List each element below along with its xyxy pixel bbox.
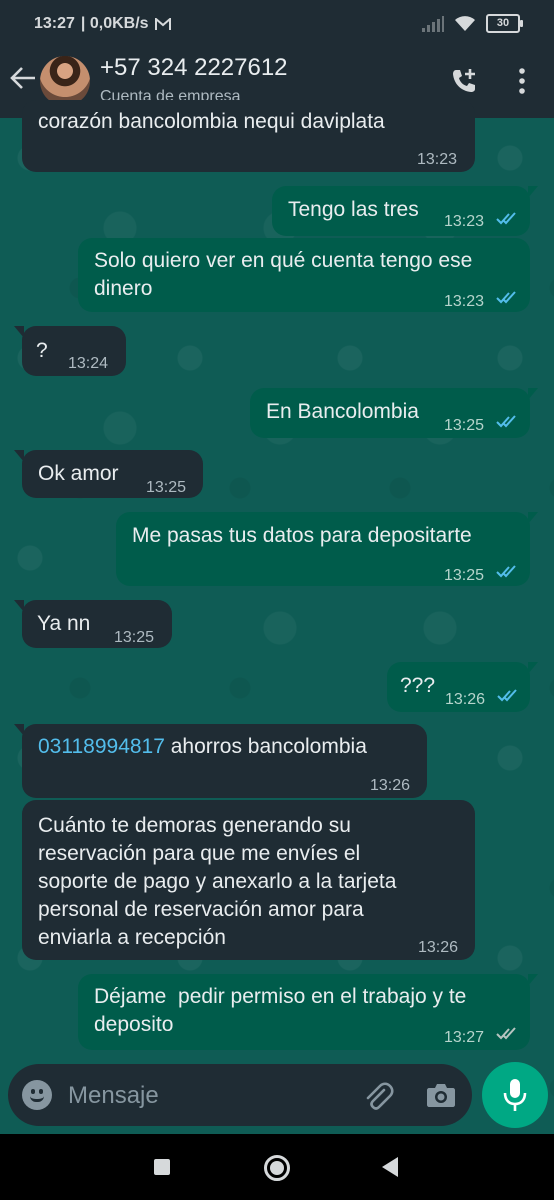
- back-arrow-icon[interactable]: [10, 66, 38, 96]
- system-back-button[interactable]: [382, 1157, 398, 1177]
- message-outgoing[interactable]: Me pasas tus datos para depositarte 13:2…: [116, 512, 538, 586]
- status-bar: 13:27 | 0,0KB/s 30: [0, 0, 554, 48]
- message-text: Me pasas tus datos para depositarte: [132, 524, 472, 547]
- signal-icon: [422, 15, 444, 32]
- message-incoming[interactable]: Ya nn 13:25: [14, 600, 172, 648]
- message-text: 03118994817 ahorros bancolombia: [38, 733, 367, 761]
- read-ticks-icon: [496, 212, 516, 225]
- composer: [8, 1064, 472, 1126]
- message-time: 13:25: [444, 417, 485, 434]
- message-time: 13:24: [68, 355, 109, 372]
- attach-icon[interactable]: [362, 1080, 394, 1117]
- more-options-icon[interactable]: [518, 68, 526, 99]
- add-call-icon[interactable]: [450, 67, 478, 100]
- battery-icon: 30: [486, 14, 523, 33]
- message-time: 13:23: [444, 293, 485, 310]
- status-time: 13:27: [34, 15, 75, 32]
- read-ticks-icon: [497, 689, 517, 702]
- message-text: ?: [36, 339, 48, 362]
- message-text: Tengo las tres: [288, 198, 419, 221]
- status-left: 13:27 | 0,0KB/s: [34, 15, 171, 33]
- mic-icon: [503, 1079, 527, 1111]
- contact-name[interactable]: +57 324 2227612: [100, 54, 288, 82]
- message-text: corazón bancolombia nequi daviplata: [38, 110, 385, 133]
- message-outgoing[interactable]: Déjame pedir permiso en el trabajo y te …: [78, 974, 538, 1050]
- mic-button[interactable]: [482, 1062, 548, 1128]
- message-text: En Bancolombia: [266, 400, 419, 423]
- message-text: Cuánto te demoras generando su reservaci…: [38, 814, 397, 949]
- message-text: ???: [400, 674, 436, 697]
- delivered-ticks-icon: [496, 1027, 516, 1040]
- message-outgoing[interactable]: ??? 13:26: [387, 662, 538, 712]
- account-number-link[interactable]: 03118994817: [38, 735, 165, 758]
- message-outgoing[interactable]: En Bancolombia 13:25: [250, 388, 538, 438]
- message-outgoing[interactable]: Solo quiero ver en qué cuenta tengo ese …: [78, 238, 530, 312]
- gmail-icon: [154, 17, 171, 30]
- message-time: 13:26: [418, 939, 459, 956]
- message-time: 13:23: [444, 213, 485, 230]
- message-time: 13:25: [146, 479, 187, 496]
- home-button[interactable]: [264, 1155, 290, 1181]
- message-incoming[interactable]: 03118994817 ahorros bancolombia 13:26: [14, 724, 427, 798]
- message-outgoing[interactable]: Tengo las tres 13:23: [272, 186, 538, 236]
- read-ticks-icon: [496, 415, 516, 428]
- message-text: Ya nn: [37, 612, 91, 635]
- message-incoming[interactable]: corazón bancolombia nequi daviplata 13:2…: [22, 100, 475, 172]
- message-time: 13:26: [370, 777, 411, 794]
- battery-level: 30: [496, 17, 510, 29]
- recents-button[interactable]: [154, 1159, 170, 1175]
- message-time: 13:25: [114, 629, 155, 646]
- status-right: 30: [422, 14, 523, 33]
- message-text-rest: ahorros bancolombia: [164, 735, 367, 758]
- avatar[interactable]: [40, 56, 90, 106]
- wifi-icon: [455, 16, 475, 31]
- message-time: 13:26: [445, 691, 486, 708]
- message-time: 13:27: [444, 1029, 485, 1046]
- message-time: 13:25: [444, 567, 485, 584]
- message-input[interactable]: [66, 1078, 350, 1114]
- message-time: 13:23: [417, 151, 458, 168]
- message-incoming[interactable]: ? 13:24: [14, 326, 126, 376]
- emoji-icon[interactable]: [22, 1080, 52, 1110]
- camera-icon[interactable]: [426, 1082, 456, 1113]
- read-ticks-icon: [496, 291, 516, 304]
- system-nav-bar: [0, 1134, 554, 1200]
- message-text: Ok amor: [38, 462, 119, 485]
- message-incoming[interactable]: Cuánto te demoras generando su reservaci…: [22, 800, 475, 960]
- message-incoming[interactable]: Ok amor 13:25: [14, 450, 203, 498]
- read-ticks-icon: [496, 565, 516, 578]
- status-data-rate: | 0,0KB/s: [80, 15, 149, 32]
